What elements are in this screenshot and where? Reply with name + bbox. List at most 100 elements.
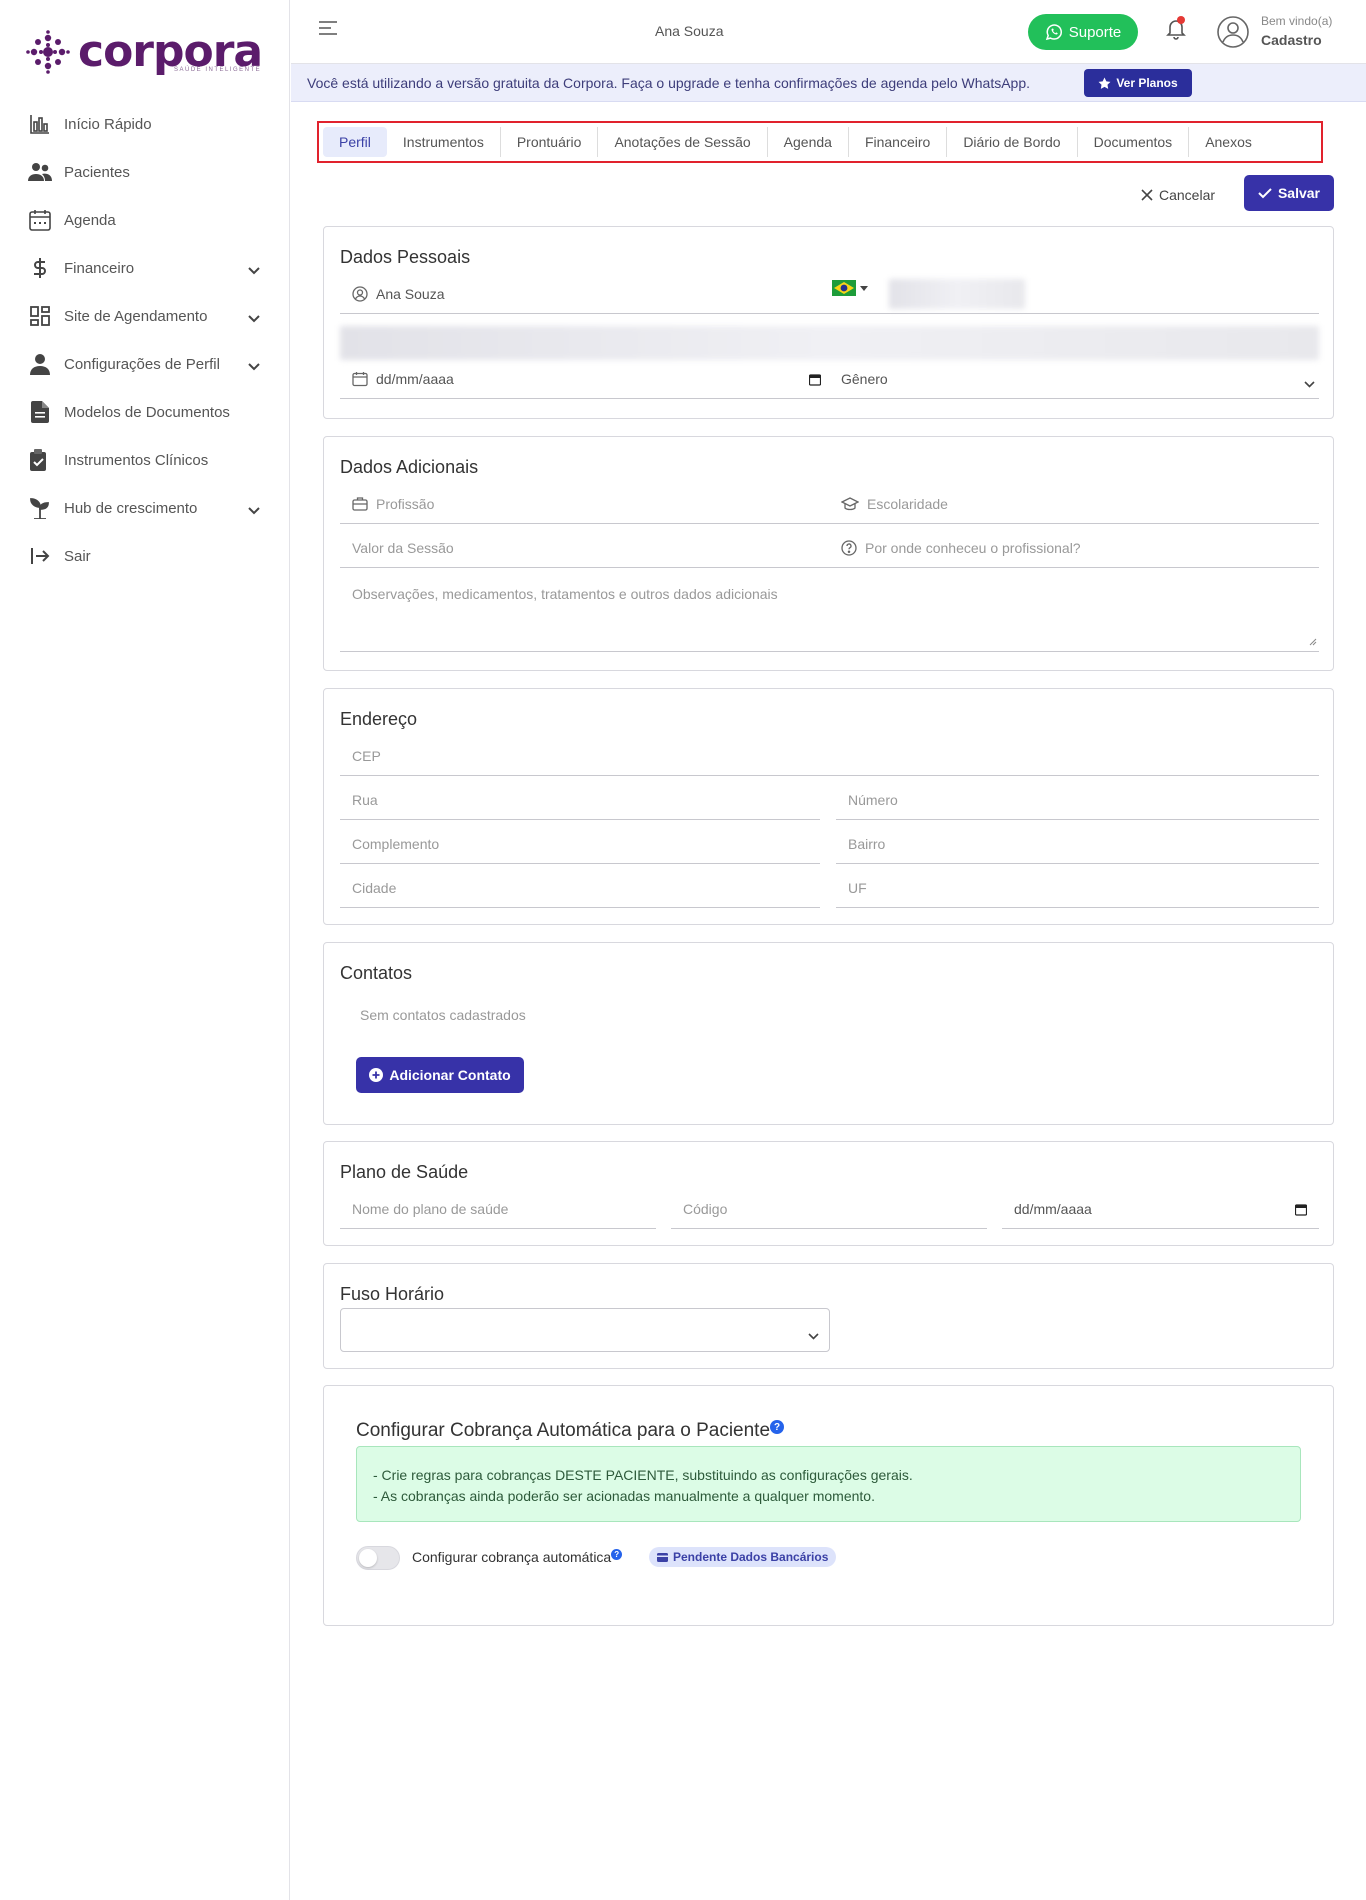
referral-field[interactable]: Por onde conheceu o profissional? xyxy=(829,528,1319,568)
notes-placeholder: Observações, medicamentos, tratamentos e… xyxy=(352,586,778,602)
personal-data-card: Dados Pessoais Ana Souza dd/mm/aaaa Gêne… xyxy=(323,226,1334,419)
resize-handle-icon[interactable] xyxy=(1309,633,1317,649)
calendar-icon xyxy=(352,371,368,387)
sidebar-item-instrumentos-clinicos[interactable]: Instrumentos Clínicos xyxy=(0,436,290,484)
close-icon xyxy=(1141,189,1153,201)
tab-anexos[interactable]: Anexos xyxy=(1189,127,1268,157)
logo-mark-icon xyxy=(26,30,70,74)
referral-placeholder: Por onde conheceu o profissional? xyxy=(865,539,1081,556)
number-field[interactable]: Número xyxy=(836,780,1319,820)
additional-data-title: Dados Adicionais xyxy=(340,457,479,477)
sidebar-item-pacientes[interactable]: Pacientes xyxy=(0,148,290,196)
star-icon xyxy=(1098,77,1111,89)
top-bar: Ana Souza Suporte Bem vindo(a) Cadastro xyxy=(291,0,1366,64)
chevron-down-icon xyxy=(248,358,260,375)
state-field[interactable]: UF xyxy=(836,868,1319,908)
help-icon[interactable]: ? xyxy=(611,1549,623,1560)
notes-textarea[interactable]: Observações, medicamentos, tratamentos e… xyxy=(340,572,1319,652)
sidebar-item-configuracoes-de-perfil[interactable]: Configurações de Perfil xyxy=(0,340,290,388)
sidebar-item-inicio-rapido[interactable]: Início Rápido xyxy=(0,100,290,148)
health-plan-code-field[interactable]: Código xyxy=(671,1189,987,1229)
tab-agenda[interactable]: Agenda xyxy=(768,127,849,157)
education-field[interactable]: Escolaridade xyxy=(829,484,1319,524)
support-button[interactable]: Suporte xyxy=(1028,14,1138,50)
sidebar: corpora SAÚDE INTELIGENTE Início Rápido … xyxy=(0,0,290,1900)
name-field[interactable]: Ana Souza xyxy=(340,274,1319,314)
sidebar-item-label: Sair xyxy=(64,547,91,565)
complement-placeholder: Complemento xyxy=(352,835,440,852)
tab-prontuario[interactable]: Prontuário xyxy=(501,127,599,157)
save-button[interactable]: Salvar xyxy=(1244,175,1334,211)
ver-planos-button[interactable]: Ver Planos xyxy=(1084,69,1192,97)
birth-date-field[interactable]: dd/mm/aaaa xyxy=(340,359,829,399)
gender-select[interactable]: Gênero xyxy=(829,359,1319,399)
calendar-picker-icon[interactable] xyxy=(808,373,822,389)
health-plan-title: Plano de Saúde xyxy=(340,1162,469,1182)
sidebar-item-label: Configurações de Perfil xyxy=(64,355,220,373)
brand-tagline: SAÚDE INTELIGENTE xyxy=(174,67,262,73)
sidebar-item-label: Site de Agendamento xyxy=(64,307,208,325)
phone-field-redacted[interactable] xyxy=(889,279,1025,309)
timezone-select[interactable] xyxy=(340,1308,830,1352)
sidebar-item-modelos-de-documentos[interactable]: Modelos de Documentos xyxy=(0,388,290,436)
menu-icon[interactable] xyxy=(319,20,339,41)
cep-field[interactable]: CEP xyxy=(340,736,1319,776)
sidebar-item-hub-de-crescimento[interactable]: Hub de crescimento xyxy=(0,484,290,532)
flag-brazil-icon[interactable] xyxy=(832,280,868,296)
save-label: Salvar xyxy=(1277,185,1321,201)
tab-documentos[interactable]: Documentos xyxy=(1078,127,1190,157)
tab-perfil[interactable]: Perfil xyxy=(323,127,387,157)
help-icon[interactable]: ? xyxy=(770,1420,785,1434)
patient-tabs: Perfil Instrumentos Prontuário Anotações… xyxy=(323,127,1268,157)
user-name: Cadastro xyxy=(1261,32,1322,48)
add-contact-button[interactable]: Adicionar Contato xyxy=(356,1057,524,1093)
sidebar-item-financeiro[interactable]: Financeiro xyxy=(0,244,290,292)
sidebar-item-label: Financeiro xyxy=(64,259,135,277)
auto-billing-toggle[interactable] xyxy=(356,1546,400,1570)
sidebar-item-sair[interactable]: Sair xyxy=(0,532,290,580)
additional-data-card: Dados Adicionais Profissão Escolaridade … xyxy=(323,436,1334,671)
street-field[interactable]: Rua xyxy=(340,780,820,820)
tab-diario-de-bordo[interactable]: Diário de Bordo xyxy=(947,127,1078,157)
session-value-field[interactable]: Valor da Sessão xyxy=(340,528,829,568)
health-plan-card: Plano de Saúde Nome do plano de saúde Có… xyxy=(323,1141,1334,1246)
auto-billing-info-alert: - Crie regras para cobranças DESTE PACIE… xyxy=(356,1446,1301,1522)
profession-placeholder: Profissão xyxy=(376,495,435,512)
pending-bank-data-badge: Pendente Dados Bancários xyxy=(649,1547,837,1567)
auto-billing-title-text: Configurar Cobrança Automática para o Pa… xyxy=(356,1420,771,1441)
name-value: Ana Souza xyxy=(376,285,445,302)
user-icon xyxy=(28,352,52,376)
timezone-card: Fuso Horário xyxy=(323,1263,1334,1369)
complement-field[interactable]: Complemento xyxy=(340,824,820,864)
sprout-icon xyxy=(28,496,52,520)
personal-data-title: Dados Pessoais xyxy=(340,247,471,267)
clipboard-check-icon xyxy=(28,448,52,472)
profession-field[interactable]: Profissão xyxy=(340,484,829,524)
chevron-down-icon xyxy=(808,1327,819,1345)
health-plan-date-field[interactable]: dd/mm/aaaa xyxy=(1002,1189,1319,1229)
tab-instrumentos[interactable]: Instrumentos xyxy=(387,127,501,157)
district-field[interactable]: Bairro xyxy=(836,824,1319,864)
city-field[interactable]: Cidade xyxy=(340,868,820,908)
address-title: Endereço xyxy=(340,709,418,729)
sidebar-item-site-de-agendamento[interactable]: Site de Agendamento xyxy=(0,292,290,340)
graduation-cap-icon xyxy=(841,496,859,511)
auto-billing-card: Configurar Cobrança Automática para o Pa… xyxy=(323,1385,1334,1626)
calendar-picker-icon[interactable] xyxy=(1294,1203,1308,1219)
banner-text: Você está utilizando a versão gratuita d… xyxy=(307,75,1031,91)
email-cpf-redacted[interactable] xyxy=(340,326,1319,360)
upgrade-banner: Você está utilizando a versão gratuita d… xyxy=(291,64,1366,102)
cancel-button[interactable]: Cancelar xyxy=(1141,182,1215,208)
state-placeholder: UF xyxy=(848,879,867,896)
street-placeholder: Rua xyxy=(352,791,378,808)
cep-placeholder: CEP xyxy=(352,747,381,764)
tab-anotacoes-de-sessao[interactable]: Anotações de Sessão xyxy=(598,127,768,157)
health-plan-name-field[interactable]: Nome do plano de saúde xyxy=(340,1189,656,1229)
alert-line-2: - As cobranças ainda poderão ser acionad… xyxy=(373,1488,875,1504)
credit-card-icon xyxy=(657,1552,668,1562)
number-placeholder: Número xyxy=(848,791,898,808)
avatar[interactable] xyxy=(1217,16,1249,53)
tab-financeiro[interactable]: Financeiro xyxy=(849,127,948,157)
sidebar-item-agenda[interactable]: Agenda xyxy=(0,196,290,244)
birth-date-placeholder: dd/mm/aaaa xyxy=(376,370,454,387)
